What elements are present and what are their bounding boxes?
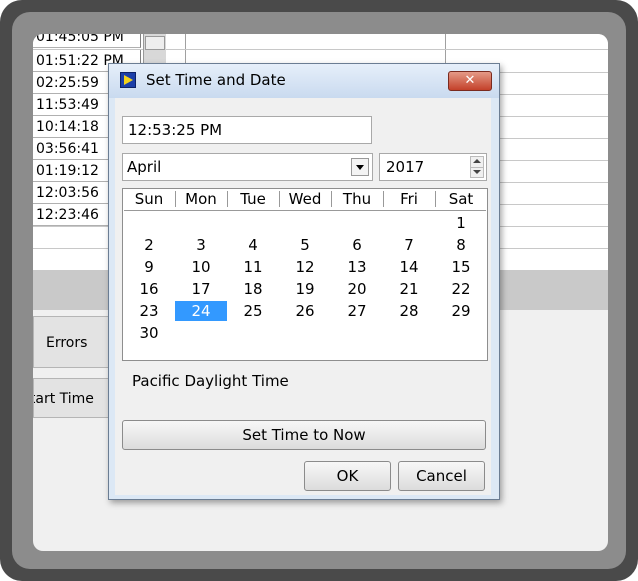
- calendar-day[interactable]: 17: [175, 279, 227, 299]
- calendar-day[interactable]: 26: [279, 301, 331, 321]
- scrollbar-button[interactable]: [145, 36, 165, 50]
- set-time-to-now-button[interactable]: Set Time to Now: [122, 420, 486, 450]
- spin-down-icon[interactable]: [471, 167, 483, 177]
- calendar-day[interactable]: 27: [331, 301, 383, 321]
- cancel-button[interactable]: Cancel: [398, 461, 485, 491]
- calendar-day[interactable]: 28: [383, 301, 435, 321]
- day-header-tue: Tue: [240, 190, 266, 208]
- calendar-day[interactable]: 5: [279, 235, 331, 255]
- calendar-day[interactable]: 3: [175, 235, 227, 255]
- calendar-day[interactable]: 9: [123, 257, 175, 277]
- time-field[interactable]: 12:53:25 PM: [122, 116, 372, 144]
- calendar-day[interactable]: 10: [175, 257, 227, 277]
- start-time-tab[interactable]: Start Time: [33, 378, 111, 418]
- calendar-day[interactable]: 20: [331, 279, 383, 299]
- errors-tab[interactable]: Errors: [33, 316, 111, 368]
- calendar-header: Sun Mon Tue Wed Thu Fri Sat: [123, 189, 487, 211]
- calendar-day[interactable]: 16: [123, 279, 175, 299]
- calendar-day[interactable]: 30: [123, 323, 175, 343]
- timezone-label: Pacific Daylight Time: [132, 372, 289, 390]
- calendar-grid: Sun Mon Tue Wed Thu Fri Sat 1 2 3 4 5 6: [122, 188, 488, 361]
- calendar-day[interactable]: 1: [435, 213, 487, 233]
- calendar-header-line: [124, 210, 486, 211]
- calendar-day[interactable]: 4: [227, 235, 279, 255]
- calendar-day[interactable]: 12: [279, 257, 331, 277]
- calendar-day[interactable]: 8: [435, 235, 487, 255]
- calendar-day[interactable]: 29: [435, 301, 487, 321]
- calendar-day-selected[interactable]: 24: [175, 301, 227, 321]
- start-time-tab-label: Start Time: [34, 391, 94, 407]
- chevron-down-icon[interactable]: [351, 158, 369, 176]
- table-cell-time[interactable]: 01:45:05 PM: [33, 34, 141, 48]
- year-spinner[interactable]: 2017: [379, 153, 487, 181]
- dialog-body: 12:53:25 PM April 2017 Sun Mon Tue Wed T…: [115, 98, 491, 495]
- day-header-sat: Sat: [448, 190, 474, 208]
- dialog-title: Set Time and Date: [146, 71, 286, 89]
- close-button[interactable]: ✕: [448, 71, 492, 91]
- calendar-day[interactable]: 22: [435, 279, 487, 299]
- calendar-day[interactable]: 15: [435, 257, 487, 277]
- calendar-day[interactable]: 18: [227, 279, 279, 299]
- calendar-day[interactable]: 25: [227, 301, 279, 321]
- labview-app-icon: [120, 72, 136, 88]
- set-time-date-dialog: Set Time and Date ✕ 12:53:25 PM April 20…: [108, 63, 500, 500]
- day-header-fri: Fri: [400, 190, 418, 208]
- day-header-thu: Thu: [342, 190, 372, 208]
- day-header-wed: Wed: [288, 190, 322, 208]
- dialog-titlebar[interactable]: Set Time and Date ✕: [109, 64, 499, 98]
- month-select[interactable]: April: [122, 153, 373, 181]
- calendar-day[interactable]: 23: [123, 301, 175, 321]
- calendar-day[interactable]: 19: [279, 279, 331, 299]
- calendar-day[interactable]: 2: [123, 235, 175, 255]
- calendar-day[interactable]: 6: [331, 235, 383, 255]
- ok-button[interactable]: OK: [304, 461, 391, 491]
- calendar-day[interactable]: 14: [383, 257, 435, 277]
- calendar-day[interactable]: 11: [227, 257, 279, 277]
- calendar-day[interactable]: 21: [383, 279, 435, 299]
- day-header-sun: Sun: [134, 190, 164, 208]
- month-select-value: April: [127, 158, 162, 176]
- year-spinner-buttons[interactable]: [470, 156, 484, 178]
- year-value: 2017: [386, 158, 425, 176]
- day-header-mon: Mon: [185, 190, 217, 208]
- calendar-day[interactable]: 13: [331, 257, 383, 277]
- calendar-day[interactable]: 7: [383, 235, 435, 255]
